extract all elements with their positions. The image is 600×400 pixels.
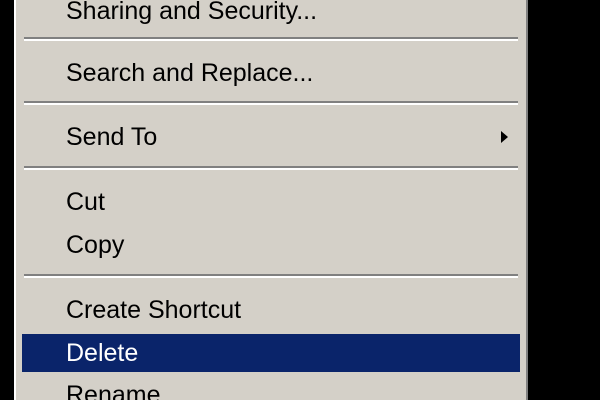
menu-item-label: Rename [66,381,161,400]
menu-item-copy[interactable]: Copy [22,226,520,264]
menu-item-create-shortcut[interactable]: Create Shortcut [22,291,520,329]
menu-item-label: Delete [66,339,139,367]
menu-item-label: Search and Replace... [66,59,314,87]
chevron-right-icon [501,131,508,143]
menu-item-cut[interactable]: Cut [22,183,520,221]
menu-item-label: Copy [66,231,125,259]
menu-separator [24,37,518,41]
menu-item-label: Create Shortcut [66,296,242,324]
desktop-backdrop: Sharing and Security... Search and Repla… [0,0,600,400]
menu-item-search-and-replace[interactable]: Search and Replace... [22,54,520,92]
menu-item-rename[interactable]: Rename [22,376,520,400]
menu-separator [24,101,518,105]
menu-item-sharing-and-security[interactable]: Sharing and Security... [22,0,520,30]
menu-item-label: Sharing and Security... [66,0,318,25]
context-menu: Sharing and Security... Search and Repla… [14,0,528,400]
menu-separator [24,274,518,278]
menu-item-delete[interactable]: Delete [22,334,520,372]
menu-item-send-to[interactable]: Send To [22,118,520,156]
menu-separator [24,166,518,170]
menu-item-label: Cut [66,188,105,216]
menu-item-label: Send To [66,123,158,151]
